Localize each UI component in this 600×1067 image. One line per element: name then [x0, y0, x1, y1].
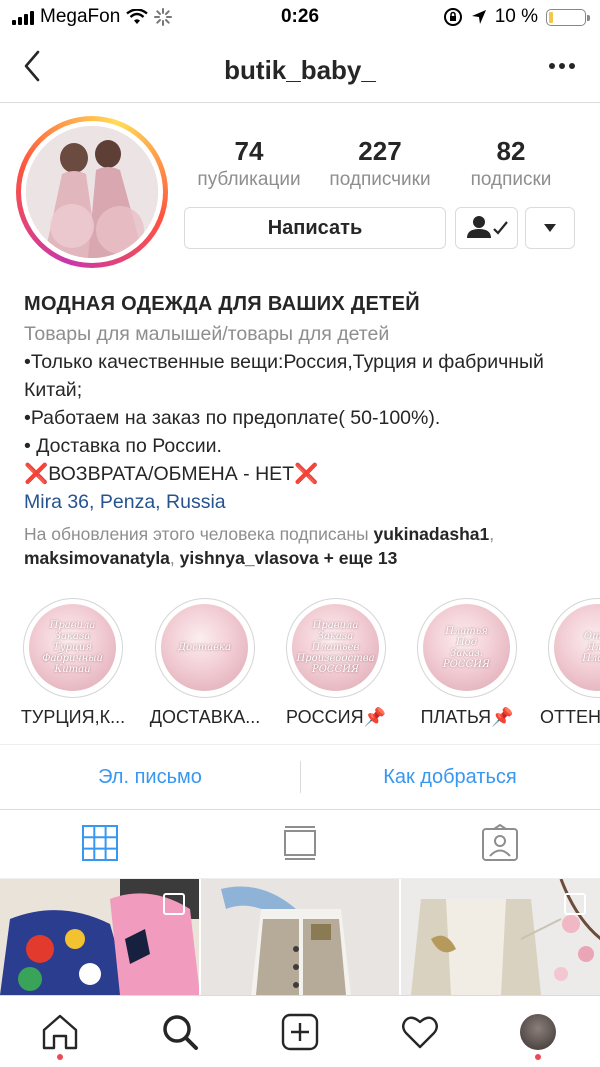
red-cross-icon: ❌ — [24, 463, 49, 485]
location-arrow-icon — [471, 10, 486, 24]
highlight-shades[interactable]: Отт Для Плат ОТТЕН... — [536, 598, 600, 728]
profile-name: МОДНАЯ ОДЕЖДА ДЛЯ ВАШИХ ДЕТЕЙ — [24, 293, 420, 315]
home-icon[interactable] — [40, 1012, 80, 1052]
highlight-cover: Платья Под Заказ. РОССИЯ — [423, 604, 510, 691]
bio-line: •Работаем на заказ по предоплате( 50-100… — [24, 407, 441, 429]
multiple-photos-icon — [162, 893, 185, 915]
new-post-icon[interactable] — [280, 1012, 320, 1052]
highlight-turkey[interactable]: Правила Заказа Турция Фабричный Китай ТУ… — [11, 598, 135, 728]
triangle-down-icon — [544, 224, 556, 232]
posts-count: 74 — [234, 136, 264, 166]
notification-dot — [57, 1054, 63, 1060]
highlight-delivery[interactable]: Доставка ДОСТАВКА... — [143, 598, 267, 728]
profile-bio: МОДНАЯ ОДЕЖДА ДЛЯ ВАШИХ ДЕТЕЙ Товары для… — [24, 290, 584, 570]
battery-icon — [546, 8, 590, 26]
more-options-icon[interactable] — [544, 52, 580, 80]
notification-dot — [535, 1054, 541, 1060]
highlight-cover: Правила Заказа Платьев Производства РОСС… — [292, 604, 379, 691]
highlight-cover: Доставка — [161, 604, 248, 691]
bio-line-returns: ❌ВОЗВРАТА/ОБМЕНА - НЕТ❌ — [24, 460, 584, 488]
bottom-navigation — [0, 995, 600, 1067]
status-bar: MegaFon 0:26 10 % — [0, 0, 600, 34]
location-part: Russia — [166, 491, 226, 513]
tagged-photos-icon[interactable] — [481, 824, 519, 862]
profile-header: butik_baby_ — [0, 34, 600, 103]
heart-icon[interactable] — [400, 1012, 440, 1052]
suggestions-dropdown-button[interactable] — [525, 207, 575, 249]
profile-tabs — [0, 808, 600, 879]
following-button[interactable] — [455, 207, 518, 249]
profile-avatar-icon[interactable] — [520, 1014, 556, 1050]
location-part: Mira 36 — [24, 491, 90, 513]
email-button[interactable]: Эл. письмо — [0, 745, 300, 809]
profile-category: Товары для малышей/товары для детей — [24, 323, 390, 345]
followed-by-user[interactable]: yishnya_vlasova — [180, 548, 319, 568]
feed-list-icon[interactable] — [281, 824, 319, 862]
directions-button[interactable]: Как добраться — [300, 745, 600, 809]
highlight-cover: Отт Для Плат — [554, 604, 600, 691]
profile-location[interactable]: Mira 36, Penza, Russia — [24, 488, 584, 516]
post-thumbnail[interactable] — [0, 879, 199, 995]
message-button[interactable]: Написать — [184, 207, 446, 249]
highlight-dresses[interactable]: Платья Под Заказ. РОССИЯ ПЛАТЬЯ📌 — [405, 598, 529, 728]
highlight-label: ДОСТАВКА... — [149, 707, 261, 727]
posts-label: публикации — [197, 169, 301, 190]
highlight-cover: Правила Заказа Турция Фабричный Китай — [29, 604, 116, 691]
bio-line: •Только качественные вещи:Россия,Турция … — [24, 351, 544, 401]
followed-by-user[interactable]: yukinadasha1 — [373, 524, 489, 544]
followed-by[interactable]: На обновления этого человека подписаны y… — [24, 522, 584, 570]
rotation-lock-icon — [443, 8, 462, 26]
post-image — [200, 879, 400, 995]
followers-label: подписчики — [329, 169, 431, 190]
highlight-label: ТУРЦИЯ,К... — [20, 707, 126, 727]
search-icon[interactable] — [160, 1012, 200, 1052]
battery-percent: 10 % — [494, 6, 538, 27]
followers-count: 227 — [358, 136, 402, 166]
person-check-icon — [467, 216, 508, 238]
posts-grid — [0, 879, 600, 995]
stat-following[interactable]: 82 подписки — [458, 136, 564, 191]
multiple-photos-icon — [564, 893, 587, 915]
profile-avatar[interactable] — [16, 116, 168, 268]
followed-by-more[interactable]: + еще 13 — [324, 548, 398, 568]
post-thumbnail[interactable] — [401, 879, 600, 995]
followed-by-prefix: На обновления этого человека подписаны — [24, 524, 369, 544]
grid-icon[interactable] — [81, 824, 119, 862]
bio-line: • Доставка по России. — [24, 435, 222, 457]
highlight-label: РОССИЯ📌 — [286, 707, 386, 727]
profile-username: butik_baby_ — [224, 55, 376, 85]
following-count: 82 — [496, 136, 526, 166]
highlight-russia[interactable]: Правила Заказа Платьев Производства РОСС… — [274, 598, 398, 728]
highlight-label: ОТТЕН... — [540, 707, 600, 727]
contact-row: Эл. письмо Как добраться — [0, 744, 600, 810]
post-thumbnail[interactable] — [200, 879, 400, 995]
followed-by-user[interactable]: maksimovanatyla — [24, 548, 170, 568]
red-cross-icon: ❌ — [294, 463, 319, 485]
following-label: подписки — [470, 169, 552, 190]
bio-line: ВОЗВРАТА/ОБМЕНА - НЕТ — [48, 463, 295, 485]
stat-followers[interactable]: 227 подписчики — [318, 136, 442, 191]
avatar-photo — [26, 126, 158, 258]
highlight-label: ПЛАТЬЯ📌 — [420, 707, 514, 727]
location-part: Penza — [99, 491, 156, 513]
stat-posts: 74 публикации — [190, 136, 308, 191]
